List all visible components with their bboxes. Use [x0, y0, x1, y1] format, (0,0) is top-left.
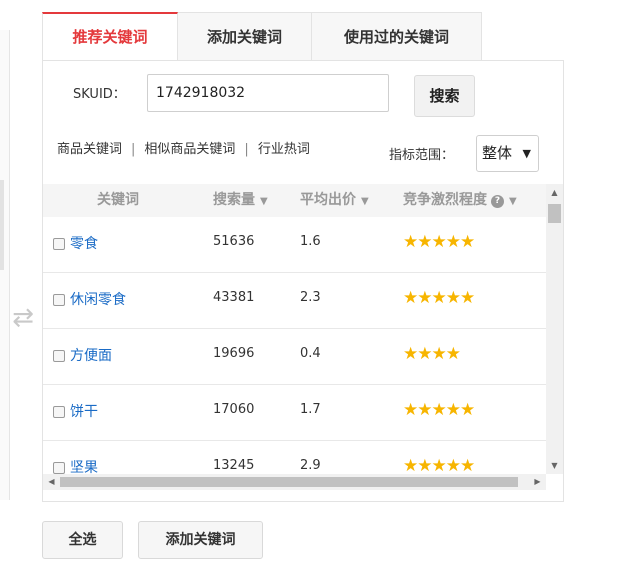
link-industry-hot-words[interactable]: 行业热词	[258, 142, 310, 157]
select-all-button[interactable]: 全选	[42, 521, 123, 559]
link-similar-product-keywords[interactable]: 相似商品关键词	[144, 142, 235, 157]
keyword-link[interactable]: 零食	[70, 233, 98, 253]
left-panel-edge	[0, 30, 10, 500]
table-row: 饼干 17060 1.7 ★★★★★	[43, 385, 546, 441]
header-competition-label: 竞争激烈程度	[403, 192, 487, 208]
keyword-link[interactable]: 方便面	[70, 345, 112, 365]
competition-stars: ★★★★★	[403, 456, 475, 476]
scroll-left-icon[interactable]: ◀	[43, 474, 60, 490]
skuid-input[interactable]	[147, 74, 389, 112]
sort-arrow-icon: ▼	[260, 196, 268, 207]
left-scroll-thumb[interactable]	[0, 180, 4, 270]
link-separator: |	[244, 142, 249, 157]
keyword-table: 关键词 搜索量 ▼ 平均出价 ▼ 竞争激烈程度? ▼ 零食 51636 1.6 ★★★…	[43, 184, 563, 490]
scroll-down-icon[interactable]: ▼	[546, 457, 563, 474]
keyword-link[interactable]: 休闲零食	[70, 289, 126, 309]
search-button[interactable]: 搜索	[414, 75, 475, 117]
vertical-scroll-thumb[interactable]	[548, 204, 561, 223]
average-bid: 1.6	[300, 234, 321, 249]
table-header: 关键词 搜索量 ▼ 平均出价 ▼ 竞争激烈程度? ▼	[43, 184, 546, 217]
header-average-bid-label: 平均出价	[300, 192, 356, 208]
range-select-value: 整体	[482, 144, 513, 162]
header-keyword-label: 关键词	[97, 192, 139, 208]
row-checkbox[interactable]	[53, 238, 65, 250]
header-search-volume[interactable]: 搜索量 ▼	[213, 184, 268, 217]
table-row: 零食 51636 1.6 ★★★★★	[43, 217, 546, 273]
keyword-panel: 推荐关键词 添加关键词 使用过的关键词 SKUID： 搜索 商品关键词 | 相似商品…	[42, 12, 564, 502]
keyword-source-links: 商品关键词 | 相似商品关键词 | 行业热词	[57, 138, 310, 157]
vertical-scrollbar[interactable]: ▲ ▼	[546, 184, 563, 474]
table-row: 休闲零食 43381 2.3 ★★★★★	[43, 273, 546, 329]
row-checkbox[interactable]	[53, 406, 65, 418]
search-volume: 51636	[213, 234, 255, 249]
sort-arrow-icon: ▼	[361, 196, 369, 207]
average-bid: 1.7	[300, 402, 321, 417]
header-keyword: 关键词	[97, 184, 139, 217]
range-select[interactable]: 整体 ▼	[476, 135, 539, 172]
chevron-down-icon: ▼	[522, 147, 531, 160]
horizontal-scroll-thumb[interactable]	[60, 477, 518, 487]
sort-arrow-icon: ▼	[509, 196, 517, 207]
scroll-right-icon[interactable]: ▶	[529, 474, 546, 490]
horizontal-scrollbar[interactable]: ◀ ▶	[43, 474, 546, 490]
average-bid: 0.4	[300, 346, 321, 361]
tab-content: SKUID： 搜索 商品关键词|相似商品关键词|行业热词 指标范围： 整体 ▼ …	[42, 60, 564, 502]
average-bid: 2.9	[300, 458, 321, 473]
competition-stars: ★★★★★	[403, 400, 475, 420]
search-volume: 13245	[213, 458, 255, 473]
search-volume: 17060	[213, 402, 255, 417]
add-keywords-button[interactable]: 添加关键词	[138, 521, 263, 559]
help-icon[interactable]: ?	[491, 195, 504, 208]
table-row: 方便面 19696 0.4 ★★★★	[43, 329, 546, 385]
header-average-bid[interactable]: 平均出价 ▼	[300, 184, 369, 217]
range-label: 指标范围：	[389, 148, 455, 163]
competition-stars: ★★★★	[403, 344, 461, 364]
row-checkbox[interactable]	[53, 462, 65, 474]
tab-add-keywords[interactable]: 添加关键词	[178, 12, 312, 61]
link-separator: |	[131, 142, 136, 157]
tab-used-keywords[interactable]: 使用过的关键词	[312, 12, 482, 61]
skuid-label: SKUID：	[73, 87, 126, 102]
header-competition[interactable]: 竞争激烈程度? ▼	[403, 184, 517, 217]
average-bid: 2.3	[300, 290, 321, 305]
link-product-keywords[interactable]: 商品关键词	[57, 142, 122, 157]
row-checkbox[interactable]	[53, 294, 65, 306]
scroll-up-icon[interactable]: ▲	[546, 184, 563, 201]
header-search-volume-label: 搜索量	[213, 192, 255, 208]
tab-recommended-keywords[interactable]: 推荐关键词	[42, 12, 178, 61]
tab-bar: 推荐关键词 添加关键词 使用过的关键词	[42, 12, 482, 61]
swap-icon[interactable]: ⇄	[8, 303, 38, 333]
keyword-link[interactable]: 饼干	[70, 401, 98, 421]
search-volume: 43381	[213, 290, 255, 305]
competition-stars: ★★★★★	[403, 232, 475, 252]
competition-stars: ★★★★★	[403, 288, 475, 308]
row-checkbox[interactable]	[53, 350, 65, 362]
search-volume: 19696	[213, 346, 255, 361]
table-body: 零食 51636 1.6 ★★★★★ 休闲零食 43381 2.3 ★★★★★ …	[43, 217, 546, 490]
